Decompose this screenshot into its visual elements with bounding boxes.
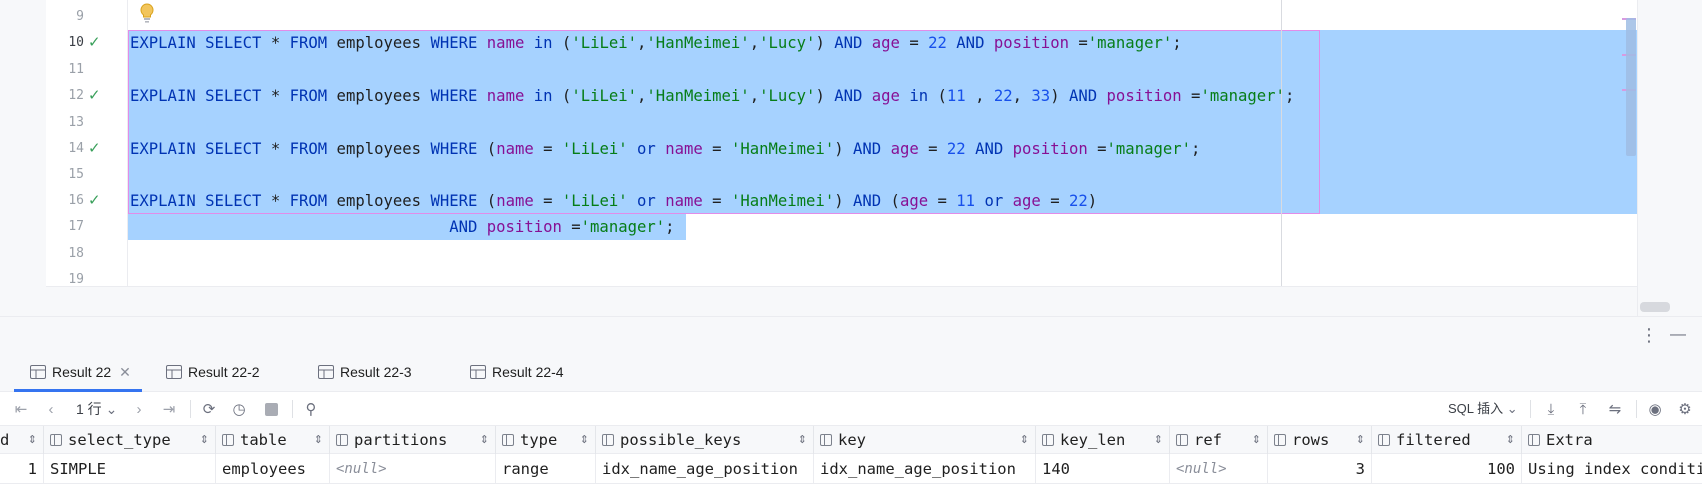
column-header[interactable]: filtered ⇕ [1372,426,1522,454]
toolbar-separator [1636,400,1637,418]
tab-label: Result 22-3 [340,364,412,380]
column-header[interactable]: partitions ⇕ [330,426,496,454]
line-number: 14 [68,141,84,156]
line-number: 18 [68,246,84,261]
minimize-icon[interactable]: — [1668,323,1688,347]
services-panel-header: ⋮ — [0,316,1702,352]
rows-count-select[interactable]: 1 行 ⌄ [76,392,117,426]
tab-label: Result 22 [52,364,112,380]
table-cell[interactable]: <null> [330,454,496,484]
column-header[interactable]: rows ⇕ [1268,426,1372,454]
code-area[interactable]: EXPLAIN SELECT * FROM employees WHERE na… [128,0,1637,286]
column-header[interactable]: key_len ⇕ [1036,426,1170,454]
right-margin-guide [1281,0,1282,286]
next-page-icon[interactable]: › [128,398,150,420]
editor-right-panel [1637,0,1702,316]
line-number: 11 [68,62,84,77]
table-cell[interactable]: employees [216,454,330,484]
table-row[interactable]: 1 SIMPLE employees <null> range idx_name… [0,454,1702,484]
editor-left-strip [0,0,46,316]
horizontal-scrollbar[interactable] [1640,302,1670,312]
line-number-gutter: 9 10 11 12 13 14 15 16 17 18 19 ✓ ✓ ✓ ✓ [46,0,128,286]
upload-icon[interactable]: ⤒ [1572,398,1594,420]
column-header[interactable]: possible_keys ⇕ [596,426,814,454]
gear-icon[interactable]: ⚙ [1674,398,1696,420]
column-header[interactable]: key ⇕ [814,426,1036,454]
line-number: 9 [76,9,84,24]
sql-editor[interactable]: 9 10 11 12 13 14 15 16 17 18 19 ✓ ✓ ✓ ✓ … [0,0,1702,316]
download-icon[interactable]: ⤓ [1540,398,1562,420]
refresh-icon[interactable]: ⟳ [198,398,220,420]
table-icon [318,365,334,379]
column-header[interactable]: ref ⇕ [1170,426,1268,454]
line-number: 13 [68,115,84,130]
compare-icon[interactable]: ⇋ [1604,398,1626,420]
code-line-14: EXPLAIN SELECT * FROM employees WHERE (n… [130,140,1201,158]
code-line-10: EXPLAIN SELECT * FROM employees WHERE na… [130,34,1182,52]
tab-result-22-3[interactable]: Result 22-3 [318,352,412,392]
code-line-17: AND position ='manager'; [449,218,675,236]
table-cell[interactable]: idx_name_age_position [814,454,1036,484]
statement-highlight-box [128,30,1320,214]
tab-label: Result 22-4 [492,364,564,380]
table-icon [166,365,182,379]
table-cell[interactable]: <null> [1170,454,1268,484]
column-header[interactable]: Extra [1522,426,1702,454]
result-tabs: Result 22 ✕ Result 22-2 Result 22-3 Resu… [0,352,1702,392]
line-number: 16 [68,193,84,208]
line-number: 12 [68,88,84,103]
editor-bottom-bar [46,286,1637,316]
check-icon: ✓ [88,34,101,51]
prev-page-icon[interactable]: ‹ [40,398,62,420]
code-line-12: EXPLAIN SELECT * FROM employees WHERE na… [130,87,1295,105]
last-page-icon[interactable]: ⇥ [158,398,180,420]
toolbar-separator [190,400,191,418]
close-icon[interactable]: ✕ [119,364,131,381]
check-icon: ✓ [88,87,101,104]
tab-label: Result 22-2 [188,364,260,380]
table-cell[interactable]: range [496,454,596,484]
first-page-icon[interactable]: ⇤ [10,398,32,420]
line-number: 17 [68,219,84,234]
toolbar-separator [1530,400,1531,418]
line-number: 15 [68,167,84,182]
table-cell[interactable]: 1 [0,454,44,484]
table-cell[interactable]: 3 [1268,454,1372,484]
grid-header: d ⇕ select_type ⇕ table ⇕ partitions ⇕ type ⇕… [0,426,1702,454]
check-icon: ✓ [88,140,101,157]
more-icon[interactable]: ⋮ [1640,323,1658,347]
history-icon[interactable]: ◷ [228,398,250,420]
table-cell[interactable]: 100 [1372,454,1522,484]
sql-insert-dropdown[interactable]: SQL 插入 ⌄ [1448,392,1518,426]
tab-result-22-2[interactable]: Result 22-2 [166,352,260,392]
check-icon: ✓ [88,192,101,209]
column-header[interactable]: select_type ⇕ [44,426,216,454]
code-line-16: EXPLAIN SELECT * FROM employees WHERE (n… [130,192,1098,210]
eye-icon[interactable]: ◉ [1644,398,1666,420]
tab-result-22-4[interactable]: Result 22-4 [470,352,564,392]
vertical-scrollbar[interactable] [1626,18,1636,156]
tab-result-22[interactable]: Result 22 ✕ [14,352,142,392]
line-number: 19 [68,272,84,286]
grid-toolbar: ⇤ ‹ 1 行 ⌄ › ⇥ ⟳ ◷ ⚲ SQL 插入 ⌄ ⤓ ⤒ ⇋ ◉ ⚙ [0,392,1702,426]
table-cell[interactable]: SIMPLE [44,454,216,484]
table-cell[interactable]: Using index conditi [1522,454,1702,484]
stop-icon[interactable] [260,398,282,420]
toolbar-separator [292,400,293,418]
table-icon [470,365,486,379]
column-header[interactable]: table ⇕ [216,426,330,454]
table-cell[interactable]: 140 [1036,454,1170,484]
column-header[interactable]: d ⇕ [0,426,44,454]
line-number: 10 [68,35,84,50]
pin-icon[interactable]: ⚲ [300,398,322,420]
column-header[interactable]: type ⇕ [496,426,596,454]
table-icon [30,365,46,379]
table-cell[interactable]: idx_name_age_position [596,454,814,484]
